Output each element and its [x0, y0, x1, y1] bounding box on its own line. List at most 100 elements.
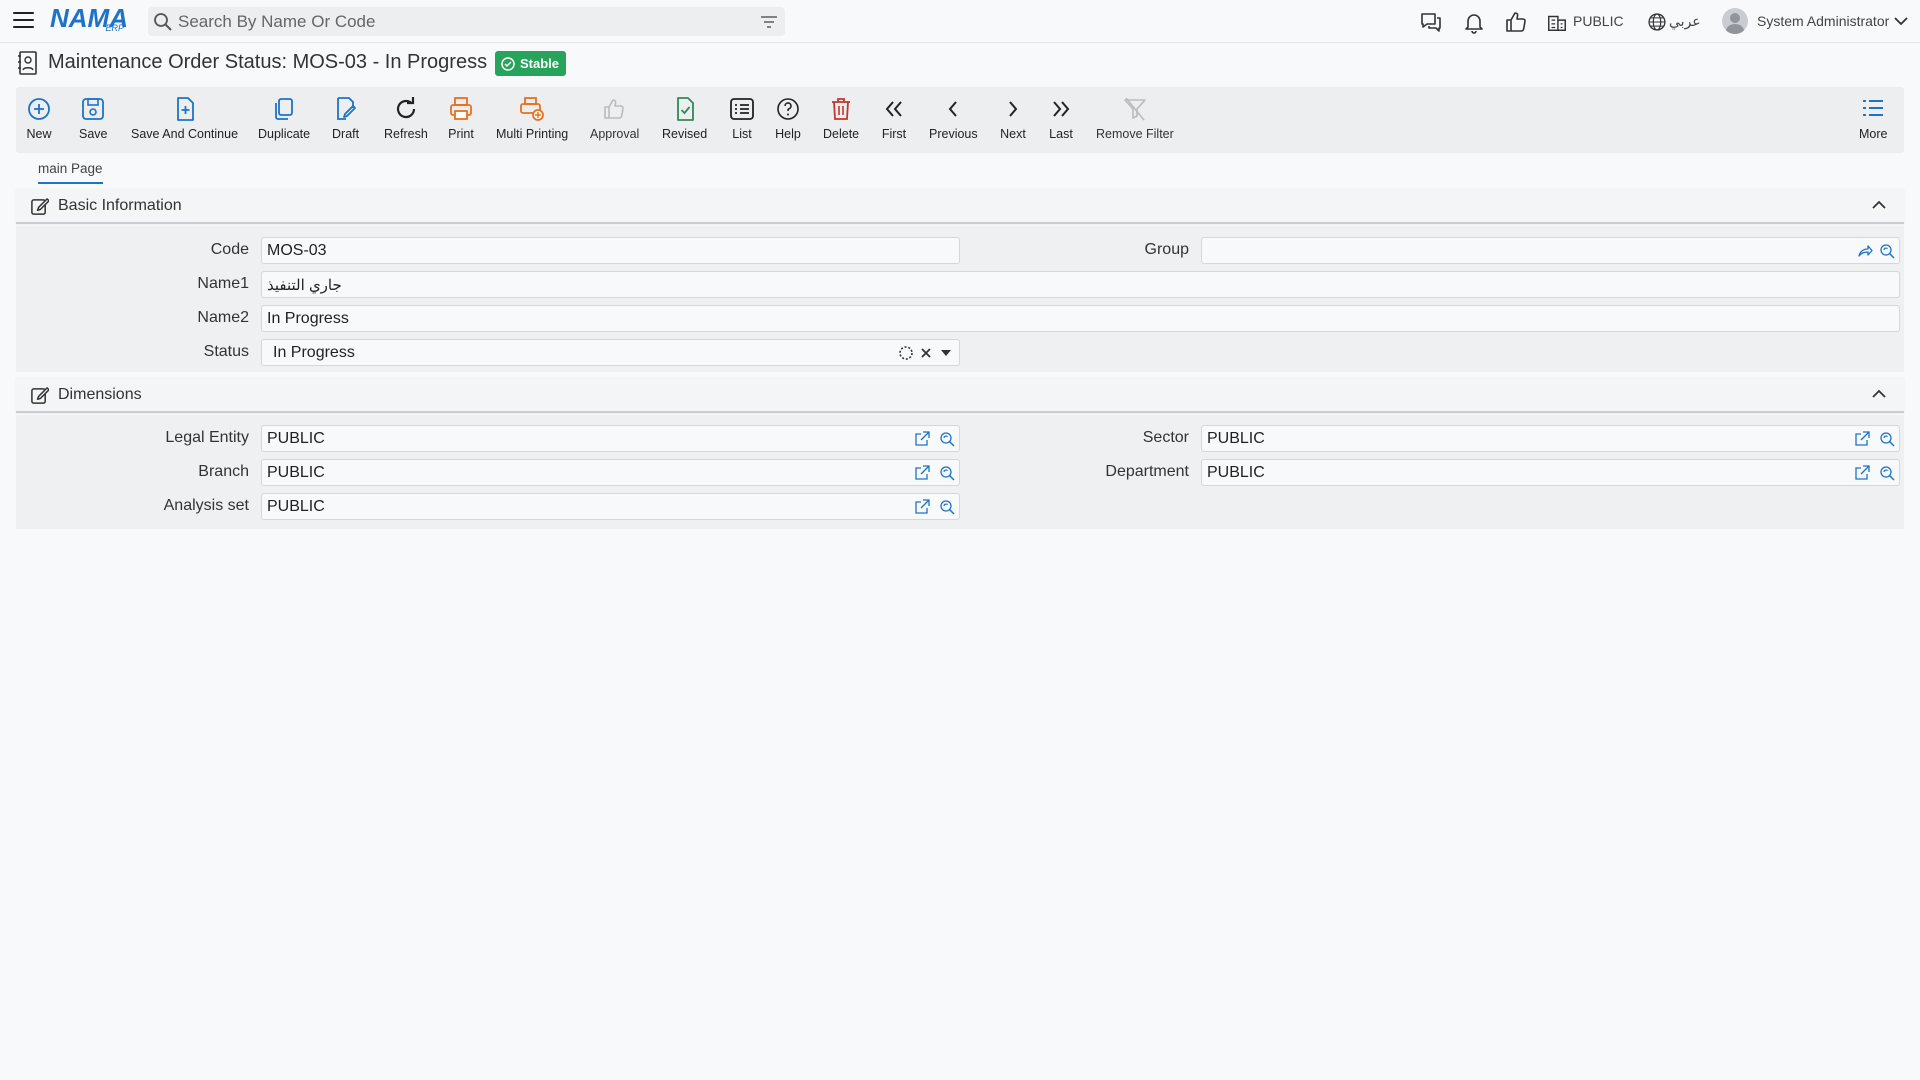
branch-field[interactable]: PUBLIC [261, 459, 960, 486]
search-refresh-icon[interactable] [939, 499, 955, 515]
chevron-left-icon [948, 101, 958, 117]
external-link-icon[interactable] [914, 431, 930, 447]
name2-value: In Progress [267, 310, 349, 327]
remove-filter-label: Remove Filter [1096, 127, 1174, 141]
tab-main-page[interactable]: main Page [38, 161, 103, 184]
save-label: Save [79, 127, 108, 141]
status-select[interactable]: In Progress [261, 339, 960, 366]
clear-icon[interactable] [919, 346, 933, 360]
previous-button[interactable]: Previous [929, 87, 978, 153]
top-bar: NAMA ERP PUBLIC عربي System Administrato… [0, 0, 1920, 43]
more-button[interactable]: More [1859, 87, 1887, 153]
chat-icon[interactable] [1419, 10, 1443, 34]
bell-icon[interactable] [1462, 10, 1486, 34]
search-refresh-icon[interactable] [1879, 465, 1895, 481]
refresh-button[interactable]: Refresh [384, 87, 428, 153]
app-logo[interactable]: NAMA ERP [50, 3, 132, 37]
external-link-icon[interactable] [1854, 465, 1870, 481]
trash-icon [832, 98, 851, 120]
globe-icon[interactable] [1647, 12, 1667, 32]
language-switch[interactable]: عربي [1669, 13, 1701, 30]
search-input[interactable] [178, 10, 738, 33]
edit-file-icon [336, 97, 356, 120]
refresh-icon [396, 97, 415, 119]
search-box [148, 7, 785, 36]
code-field[interactable]: MOS-03 [261, 237, 960, 264]
help-button[interactable]: Help [775, 87, 801, 153]
thumbs-up-icon [603, 99, 624, 119]
external-link-icon[interactable] [914, 465, 930, 481]
list-button[interactable]: List [729, 87, 755, 153]
thumbs-up-icon[interactable] [1504, 10, 1528, 34]
chevron-up-icon[interactable] [1872, 389, 1886, 399]
draft-label: Draft [332, 127, 360, 141]
name1-label: Name1 [197, 275, 249, 292]
company-name[interactable]: PUBLIC [1573, 13, 1624, 29]
duplicate-button[interactable]: Duplicate [258, 87, 310, 153]
analysis-set-field[interactable]: PUBLIC [261, 493, 960, 520]
multi-printing-button[interactable]: Multi Printing [496, 87, 568, 153]
revised-button[interactable]: Revised [662, 87, 707, 153]
search-refresh-icon[interactable] [1879, 243, 1895, 259]
dimensions-title: Dimensions [58, 386, 142, 403]
plus-circle-icon [28, 98, 50, 120]
draft-button[interactable]: Draft [332, 87, 359, 153]
basic-information-header[interactable]: Basic Information [16, 188, 1904, 224]
sector-field[interactable]: PUBLIC [1201, 425, 1900, 452]
basic-information-title: Basic Information [58, 197, 182, 214]
edit-icon [31, 387, 49, 404]
building-icon[interactable] [1546, 11, 1568, 33]
department-label: Department [1105, 463, 1189, 480]
more-list-icon [1863, 100, 1884, 116]
new-button[interactable]: New [26, 87, 52, 153]
last-label: Last [1049, 127, 1073, 141]
next-button[interactable]: Next [1000, 87, 1026, 153]
department-field[interactable]: PUBLIC [1201, 459, 1900, 486]
code-value: MOS-03 [267, 242, 327, 259]
external-link-icon[interactable] [1854, 431, 1870, 447]
duplicate-label: Duplicate [258, 127, 311, 141]
print-button[interactable]: Print [448, 87, 474, 153]
search-refresh-icon[interactable] [939, 465, 955, 481]
multi-printing-label: Multi Printing [496, 127, 569, 141]
toolbar: New Save Save And Continue Duplicate Dra… [16, 87, 1904, 153]
filter-icon[interactable] [760, 14, 778, 30]
sector-label: Sector [1142, 429, 1189, 446]
name1-field[interactable]: جاري التنفيذ [261, 271, 1900, 298]
group-field[interactable] [1201, 237, 1900, 264]
name2-label: Name2 [197, 309, 249, 326]
avatar[interactable] [1722, 8, 1748, 34]
status-badge: Stable [495, 51, 567, 76]
legal-entity-field[interactable]: PUBLIC [261, 425, 960, 452]
caret-down-icon[interactable] [940, 349, 952, 357]
spinner-icon [899, 346, 913, 360]
last-button[interactable]: Last [1048, 87, 1074, 153]
name2-field[interactable]: In Progress [261, 305, 1900, 332]
share-icon[interactable] [1857, 243, 1873, 259]
search-icon[interactable] [153, 12, 173, 32]
double-chevron-left-icon [885, 101, 902, 117]
first-button[interactable]: First [881, 87, 907, 153]
approval-label: Approval [590, 127, 640, 141]
refresh-label: Refresh [384, 127, 428, 141]
delete-button[interactable]: Delete [823, 87, 859, 153]
save-button[interactable]: Save [79, 87, 108, 153]
list-icon [730, 98, 754, 120]
branch-value: PUBLIC [267, 464, 325, 481]
approval-button[interactable]: Approval [590, 87, 639, 153]
delete-label: Delete [823, 127, 860, 141]
double-chevron-right-icon [1053, 101, 1070, 117]
branch-label: Branch [198, 463, 249, 480]
user-name[interactable]: System Administrator [1757, 13, 1889, 29]
remove-filter-button[interactable]: Remove Filter [1096, 87, 1174, 153]
group-label: Group [1144, 241, 1189, 258]
menu-icon[interactable] [13, 12, 34, 30]
dimensions-header[interactable]: Dimensions [16, 377, 1904, 413]
search-refresh-icon[interactable] [939, 431, 955, 447]
save-and-continue-button[interactable]: Save And Continue [131, 87, 238, 153]
external-link-icon[interactable] [914, 499, 930, 515]
search-refresh-icon[interactable] [1879, 431, 1895, 447]
chevron-down-icon[interactable] [1894, 15, 1908, 27]
chevron-up-icon[interactable] [1872, 200, 1886, 210]
print-label: Print [448, 127, 474, 141]
